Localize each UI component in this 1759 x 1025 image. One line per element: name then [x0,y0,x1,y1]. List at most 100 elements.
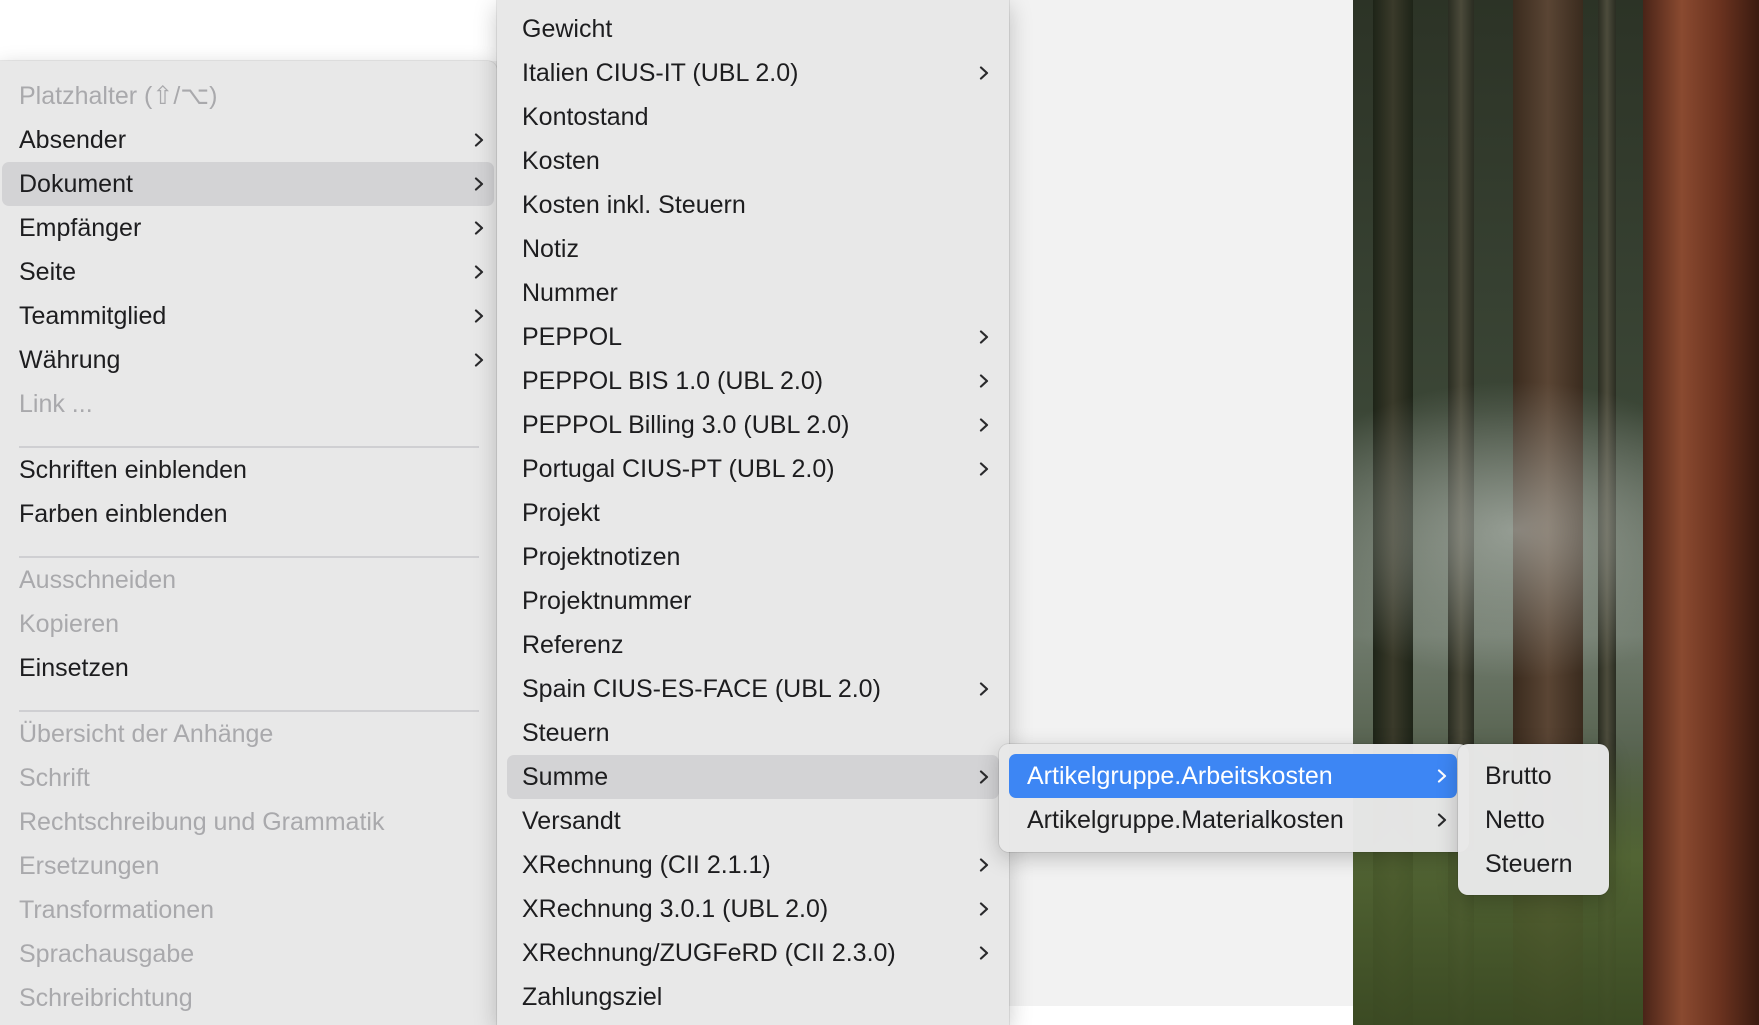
dokument-menu-item-referenz[interactable]: Referenz [507,623,999,667]
chevron-right-icon [979,858,989,872]
menu-item-label: Platzhalter (⇧/⌥) [19,82,218,110]
arbeitskosten-menu-item-brutto[interactable]: Brutto [1468,754,1599,798]
chevron-right-icon [474,177,484,191]
chevron-right-icon [979,462,989,476]
context-menu-item-ausschneiden: Ausschneiden [2,558,494,602]
context-menu-item-teammitglied[interactable]: Teammitglied [2,294,494,338]
context-menu-item-uebersicht-der-anhaenge: Übersicht der Anhänge [2,712,494,756]
chevron-right-icon [474,133,484,147]
dokument-menu-item-portugal-cius-pt-ubl-2-0[interactable]: Portugal CIUS-PT (UBL 2.0) [507,447,999,491]
context-menu-item-absender[interactable]: Absender [2,118,494,162]
menu-item-label: XRechnung (CII 2.1.1) [522,850,771,879]
chevron-right-icon [979,770,989,784]
dokument-menu-item-kosten[interactable]: Kosten [507,139,999,183]
menu-item-label: Artikelgruppe.Materialkosten [1027,805,1344,834]
menu-item-label: Versandt [522,806,621,835]
dokument-menu-item-zahlungsziel[interactable]: Zahlungsziel [507,975,999,1019]
menu-item-label: Summe [522,762,609,791]
dokument-menu-item-peppol[interactable]: PEPPOL [507,315,999,359]
dokument-menu-item-summe[interactable]: Summe [507,755,999,799]
menu-item-label: Referenz [522,630,624,659]
arbeitskosten-menu-item-netto[interactable]: Netto [1468,798,1599,842]
menu-item-label: Transformationen [19,895,214,924]
menu-item-label: Rechtschreibung und Grammatik [19,807,385,836]
dokument-menu-item-spain-cius-es-face-ubl-2-0[interactable]: Spain CIUS-ES-FACE (UBL 2.0) [507,667,999,711]
dokument-menu-item-xrechnung-cii-2-1-1[interactable]: XRechnung (CII 2.1.1) [507,843,999,887]
dokument-menu-item-gewicht[interactable]: Gewicht [507,7,999,51]
dokument-menu-item-nummer[interactable]: Nummer [507,271,999,315]
context-menu-item-link: Link ... [2,382,494,426]
menu-item-label: XRechnung/ZUGFeRD (CII 2.3.0) [522,938,896,967]
context-menu-item-farben-einblenden[interactable]: Farben einblenden [2,492,494,536]
menu-item-label: Dokument [19,169,133,198]
arbeitskosten-menu-item-steuern[interactable]: Steuern [1468,842,1599,886]
context-menu-item-sprachausgabe: Sprachausgabe [2,932,494,976]
dokument-menu-item-xrechnung-3-0-1-ubl-2-0[interactable]: XRechnung 3.0.1 (UBL 2.0) [507,887,999,931]
chevron-right-icon [474,309,484,323]
menu-item-label: Schreibrichtung [19,983,193,1012]
menu-item-label: Link ... [19,389,93,418]
menu-item-label: Notiz [522,234,579,263]
menu-item-label: Ausschneiden [19,565,177,594]
summe-menu-item-artikelgruppe-arbeitskosten[interactable]: Artikelgruppe.Arbeitskosten [1009,754,1457,798]
document-area-bottom [1005,1006,1353,1025]
menu-item-label: Brutto [1485,761,1552,790]
chevron-right-icon [1437,769,1447,783]
context-menu-item-schriften-einblenden[interactable]: Schriften einblenden [2,448,494,492]
chevron-right-icon [474,265,484,279]
menu-item-label: Zahlungsziel [522,982,663,1011]
menu-item-label: Währung [19,345,121,374]
context-menu-item-transformationen: Transformationen [2,888,494,932]
chevron-right-icon [474,353,484,367]
menu-item-label: Sprachausgabe [19,939,195,968]
window-background-top [0,0,500,61]
menu-item-label: Ersetzungen [19,851,160,880]
dokument-menu-item-xrechnung-zugferd-cii-2-3-0[interactable]: XRechnung/ZUGFeRD (CII 2.3.0) [507,931,999,975]
menu-item-label: Übersicht der Anhänge [19,719,274,748]
chevron-right-icon [979,374,989,388]
dokument-menu-item-projekt[interactable]: Projekt [507,491,999,535]
menu-item-label: Absender [19,125,127,154]
context-menu: Platzhalter (⇧/⌥) Absender Dokument Empfäng… [0,61,497,1025]
summe-menu-item-artikelgruppe-materialkosten[interactable]: Artikelgruppe.Materialkosten [1009,798,1457,842]
menu-item-label: Netto [1485,805,1545,834]
menu-item-label: Teammitglied [19,301,167,330]
chevron-right-icon [474,221,484,235]
context-menu-item-waehrung[interactable]: Währung [2,338,494,382]
context-menu-item-dokument[interactable]: Dokument [2,162,494,206]
arbeitskosten-submenu: Brutto Netto Steuern [1458,744,1609,895]
dokument-menu-item-projektnotizen[interactable]: Projektnotizen [507,535,999,579]
context-menu-item-seite[interactable]: Seite [2,250,494,294]
menu-item-label: Spain CIUS-ES-FACE (UBL 2.0) [522,674,881,703]
dokument-menu-item-kosten-inkl-steuern[interactable]: Kosten inkl. Steuern [507,183,999,227]
menu-item-label: Schriften einblenden [19,455,247,484]
dokument-menu-item-kontostand[interactable]: Kontostand [507,95,999,139]
chevron-right-icon [979,66,989,80]
menu-item-label: Kontostand [522,102,649,131]
menu-item-label: Kosten [522,146,600,175]
menu-item-label: Kopieren [19,609,120,638]
dokument-menu-item-peppol-billing-3-0-ubl-2-0[interactable]: PEPPOL Billing 3.0 (UBL 2.0) [507,403,999,447]
context-menu-item-schrift: Schrift [2,756,494,800]
dokument-menu-item-steuern[interactable]: Steuern [507,711,999,755]
dokument-menu-item-peppol-bis-1-0-ubl-2-0[interactable]: PEPPOL BIS 1.0 (UBL 2.0) [507,359,999,403]
context-menu-item-ersetzungen: Ersetzungen [2,844,494,888]
summe-submenu: Artikelgruppe.Arbeitskosten Artikelgruppe… [999,744,1469,852]
document-area [1005,0,1353,1025]
menu-item-label: Projektnummer [522,586,692,615]
context-menu-item-empfaenger[interactable]: Empfänger [2,206,494,250]
dokument-menu-item-projektnummer[interactable]: Projektnummer [507,579,999,623]
chevron-right-icon [979,946,989,960]
dokument-menu-item-notiz[interactable]: Notiz [507,227,999,271]
menu-item-label: PEPPOL BIS 1.0 (UBL 2.0) [522,366,824,395]
dokument-menu-item-versandt[interactable]: Versandt [507,799,999,843]
menu-item-label: Seite [19,257,76,286]
menu-item-label: XRechnung 3.0.1 (UBL 2.0) [522,894,829,923]
context-menu-item-rechtschreibung-und-grammatik: Rechtschreibung und Grammatik [2,800,494,844]
context-menu-item-kopieren: Kopieren [2,602,494,646]
context-menu-item-einsetzen[interactable]: Einsetzen [2,646,494,690]
dokument-menu-item-italien-cius-it-ubl-2-0[interactable]: Italien CIUS-IT (UBL 2.0) [507,51,999,95]
context-menu-item-schreibrichtung: Schreibrichtung [2,976,494,1020]
chevron-right-icon [979,902,989,916]
menu-item-label: Kosten inkl. Steuern [522,190,746,219]
